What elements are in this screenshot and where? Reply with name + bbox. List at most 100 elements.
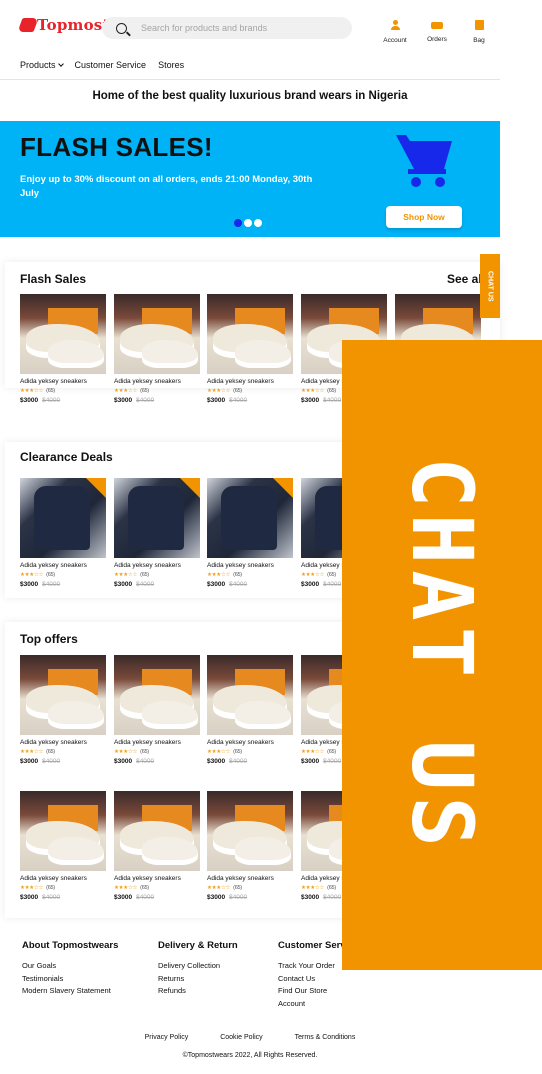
product-rating: ★★★☆☆(65) bbox=[207, 749, 293, 755]
product-card[interactable]: Adida yeksey sneakers ★★★☆☆(65) $3000$4000 bbox=[114, 294, 200, 404]
old-price: $4000 bbox=[229, 397, 248, 404]
orders-button[interactable]: Orders bbox=[416, 20, 458, 44]
footer-link[interactable]: Modern Slavery Statement bbox=[22, 986, 118, 995]
product-rating: ★★★☆☆(65) bbox=[207, 388, 293, 394]
product-image[interactable] bbox=[114, 294, 200, 374]
copyright: ©Topmostwears 2022, All Rights Reserved. bbox=[182, 1052, 318, 1059]
review-count: (65) bbox=[140, 388, 149, 394]
product-image[interactable] bbox=[207, 791, 293, 871]
search-bar[interactable] bbox=[102, 17, 352, 39]
product-image[interactable] bbox=[114, 655, 200, 735]
privacy-policy-link[interactable]: Privacy Policy bbox=[145, 1034, 189, 1041]
orders-label: Orders bbox=[427, 36, 447, 43]
current-price: $3000 bbox=[114, 758, 133, 765]
review-count: (65) bbox=[233, 749, 242, 755]
footer-link[interactable]: Our Goals bbox=[22, 961, 118, 970]
bag-button[interactable]: Bag bbox=[458, 20, 500, 44]
search-input[interactable] bbox=[141, 23, 341, 33]
product-name: Adida yeksey sneakers bbox=[20, 378, 87, 385]
bag-icon bbox=[474, 20, 484, 30]
product-image[interactable] bbox=[114, 791, 200, 871]
product-image[interactable] bbox=[20, 478, 106, 558]
nav-customer-service[interactable]: Customer Service bbox=[75, 60, 147, 70]
product-card[interactable]: Adida yeksey sneakers ★★★☆☆(65) $3000$4000 bbox=[20, 294, 106, 404]
product-image[interactable] bbox=[207, 294, 293, 374]
product-card[interactable]: Adida yeksey sneakers ★★★☆☆(65) $3000$4000 bbox=[20, 791, 106, 901]
review-count: (65) bbox=[46, 572, 55, 578]
footer-link[interactable]: Refunds bbox=[158, 986, 238, 995]
rating-stars: ★★★☆☆ bbox=[20, 749, 44, 755]
terms-link[interactable]: Terms & Conditions bbox=[295, 1034, 356, 1041]
product-card[interactable]: Adida yeksey sneakers ★★★☆☆(65) $3000$4000 bbox=[114, 655, 200, 765]
review-count: (65) bbox=[327, 885, 336, 891]
chat-us-panel[interactable]: CHAT US bbox=[342, 340, 542, 970]
logo[interactable]: Topmost bbox=[17, 16, 110, 34]
current-price: $3000 bbox=[20, 894, 39, 901]
product-card[interactable]: Adida yeksey sneakers ★★★☆☆(65) $3000$4000 bbox=[20, 655, 106, 765]
footer-link[interactable]: Track Your Order bbox=[278, 961, 346, 970]
nav-products[interactable]: Products bbox=[20, 60, 64, 70]
product-image[interactable] bbox=[20, 655, 106, 735]
product-rating: ★★★☆☆(65) bbox=[207, 885, 293, 891]
account-button[interactable]: Account bbox=[374, 20, 416, 44]
rating-stars: ★★★☆☆ bbox=[207, 749, 231, 755]
review-count: (65) bbox=[46, 885, 55, 891]
product-name: Adida yeksey sneakers bbox=[114, 875, 181, 882]
footer-link[interactable]: Account bbox=[278, 999, 346, 1008]
product-name: Adida yeksey sneakers bbox=[207, 378, 274, 385]
current-price: $3000 bbox=[114, 894, 133, 901]
product-card[interactable]: Adida yeksey sneakers ★★★☆☆(65) $3000$4000 bbox=[20, 478, 106, 588]
product-image[interactable] bbox=[207, 655, 293, 735]
product-card[interactable]: Adida yeksey sneakers ★★★☆☆(65) $3000$4000 bbox=[207, 655, 293, 765]
product-rating: ★★★☆☆(65) bbox=[114, 885, 200, 891]
slide-dot[interactable] bbox=[234, 219, 242, 227]
product-rating: ★★★☆☆(65) bbox=[114, 572, 200, 578]
slide-dot[interactable] bbox=[244, 219, 252, 227]
tagline: Home of the best quality luxurious brand… bbox=[92, 90, 408, 102]
shoe-shape bbox=[235, 701, 291, 729]
rating-stars: ★★★☆☆ bbox=[301, 885, 325, 891]
product-name: Adida yeksey sneakers bbox=[114, 378, 181, 385]
footer-link[interactable]: Delivery Collection bbox=[158, 961, 238, 970]
footer-delivery: Delivery & Return Delivery Collection Re… bbox=[158, 940, 238, 999]
product-price: $3000$4000 bbox=[114, 894, 200, 901]
product-card[interactable]: Adida yeksey sneakers ★★★☆☆(65) $3000$4000 bbox=[207, 294, 293, 404]
sale-tag bbox=[180, 478, 200, 498]
product-rating: ★★★☆☆(65) bbox=[114, 388, 200, 394]
current-price: $3000 bbox=[207, 397, 226, 404]
product-rating: ★★★☆☆(65) bbox=[207, 572, 293, 578]
search-icon[interactable] bbox=[116, 22, 127, 34]
footer-link[interactable]: Testimonials bbox=[22, 974, 118, 983]
product-card[interactable]: Adida yeksey sneakers ★★★☆☆(65) $3000$4000 bbox=[207, 478, 293, 588]
rating-stars: ★★★☆☆ bbox=[114, 749, 138, 755]
review-count: (65) bbox=[327, 572, 336, 578]
footer-heading: Delivery & Return bbox=[158, 940, 238, 951]
product-card[interactable]: Adida yeksey sneakers ★★★☆☆(65) $3000$4000 bbox=[114, 791, 200, 901]
current-price: $3000 bbox=[207, 758, 226, 765]
review-count: (65) bbox=[233, 572, 242, 578]
product-price: $3000$4000 bbox=[114, 758, 200, 765]
product-card[interactable]: Adida yeksey sneakers ★★★☆☆(65) $3000$4000 bbox=[207, 791, 293, 901]
jacket-shape bbox=[34, 486, 90, 550]
product-image[interactable] bbox=[20, 294, 106, 374]
shopping-cart-icon bbox=[396, 135, 452, 187]
product-card[interactable]: Adida yeksey sneakers ★★★☆☆(65) $3000$4000 bbox=[114, 478, 200, 588]
divider bbox=[0, 79, 500, 80]
footer-link[interactable]: Find Our Store bbox=[278, 986, 346, 995]
product-rating: ★★★☆☆(65) bbox=[20, 572, 106, 578]
footer-link[interactable]: Returns bbox=[158, 974, 238, 983]
product-rating: ★★★☆☆(65) bbox=[114, 749, 200, 755]
product-image[interactable] bbox=[20, 791, 106, 871]
chat-us-tab[interactable]: CHAT US bbox=[480, 254, 500, 318]
cookie-policy-link[interactable]: Cookie Policy bbox=[220, 1034, 262, 1041]
product-image[interactable] bbox=[114, 478, 200, 558]
shop-now-button[interactable]: Shop Now bbox=[386, 206, 462, 228]
hero-banner: FLASH SALES! Enjoy up to 30% discount on… bbox=[0, 121, 500, 237]
current-price: $3000 bbox=[301, 397, 320, 404]
product-image[interactable] bbox=[207, 478, 293, 558]
nav-stores[interactable]: Stores bbox=[158, 60, 184, 70]
shoe-shape bbox=[48, 837, 104, 865]
slide-dot[interactable] bbox=[254, 219, 262, 227]
footer-heading: Customer Serv bbox=[278, 940, 346, 951]
footer-link[interactable]: Contact Us bbox=[278, 974, 346, 983]
